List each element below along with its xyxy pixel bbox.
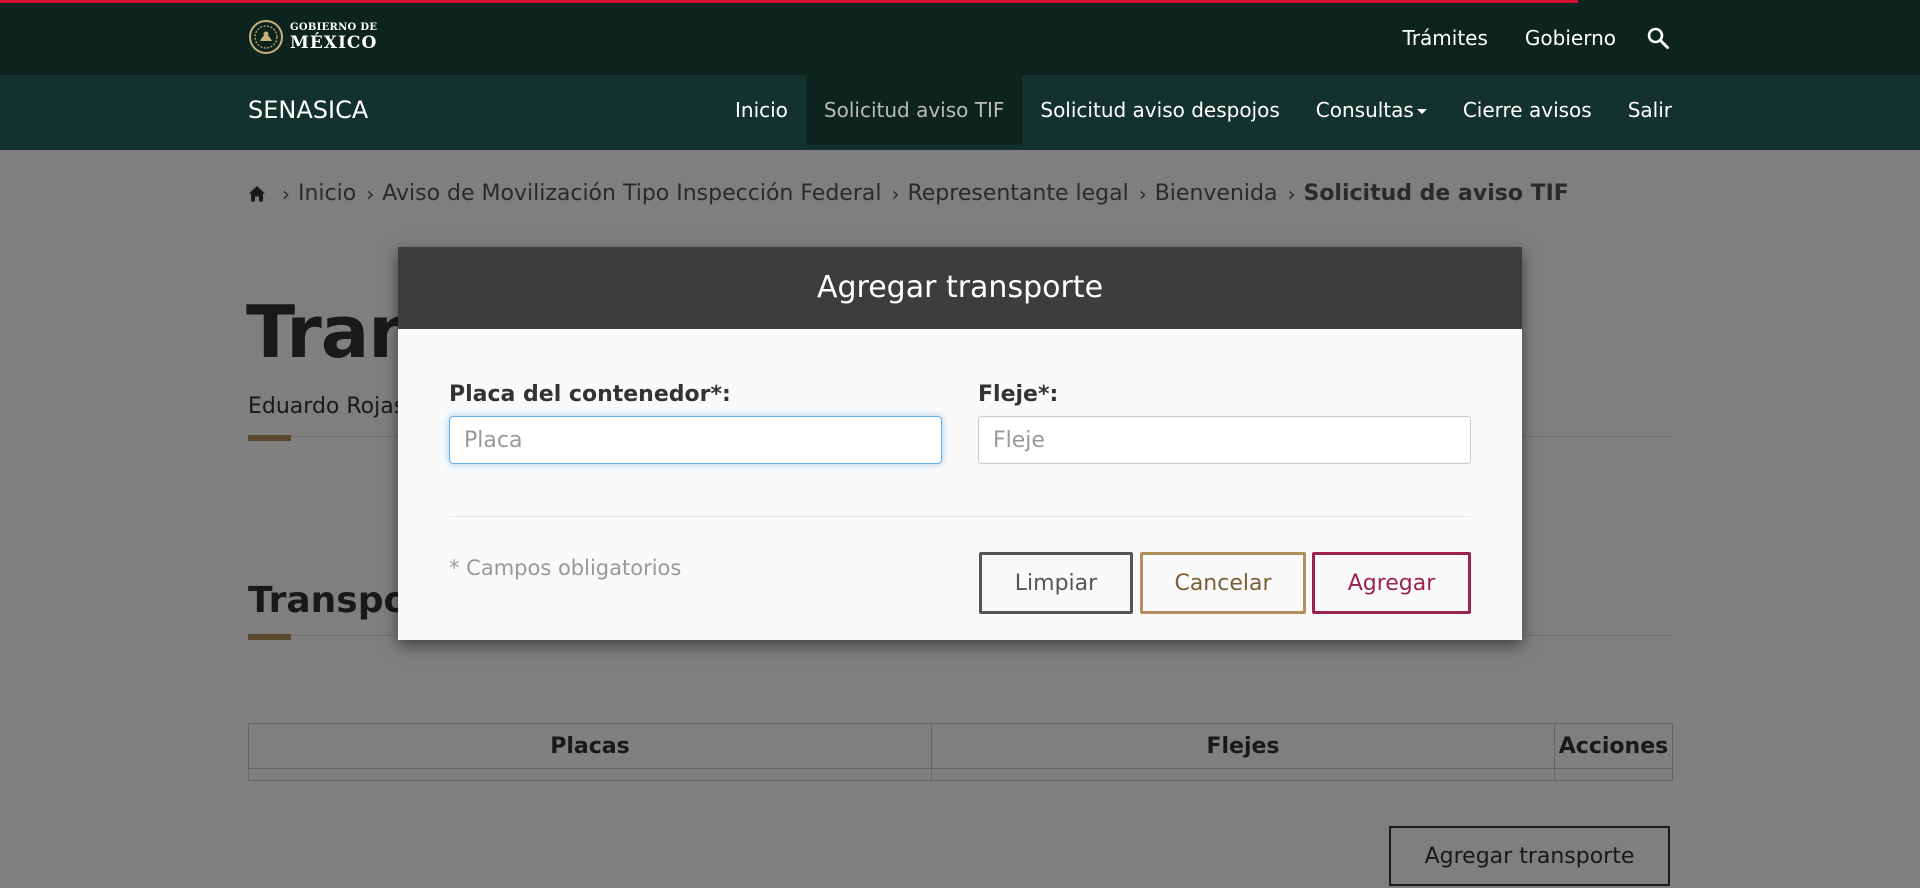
nav-inicio[interactable]: Inicio: [717, 75, 806, 145]
cancel-button[interactable]: Cancelar: [1140, 552, 1306, 614]
gobmx-top-bar: GOBIERNO DE MÉXICO Trámites Gobierno: [0, 0, 1920, 75]
top-links: Trámites Gobierno: [1366, 0, 1670, 75]
seal-field: Fleje*:: [978, 382, 1471, 464]
main-nav: Inicio Solicitud aviso TIF Solicitud avi…: [717, 75, 1672, 145]
brand-senasica[interactable]: SENASICA: [248, 75, 368, 145]
modal-title: Agregar transporte: [398, 247, 1522, 329]
search-icon[interactable]: [1646, 26, 1670, 50]
modal-divider: [449, 516, 1471, 517]
seal-label: Fleje*:: [978, 382, 1059, 407]
nav-salir[interactable]: Salir: [1610, 75, 1672, 145]
top-link-gobierno[interactable]: Gobierno: [1525, 26, 1616, 50]
add-button[interactable]: Agregar: [1312, 552, 1471, 614]
nav-consultas-dropdown[interactable]: Consultas: [1298, 75, 1445, 145]
plate-label: Placa del contenedor*:: [449, 382, 731, 407]
nav-solicitud-aviso-tif[interactable]: Solicitud aviso TIF: [805, 75, 1023, 145]
main-navbar: SENASICA Inicio Solicitud aviso TIF Soli…: [0, 75, 1920, 150]
gobierno-de-mexico-logo[interactable]: GOBIERNO DE MÉXICO: [248, 19, 377, 55]
top-link-tramites[interactable]: Trámites: [1403, 26, 1488, 50]
logo-line-1: GOBIERNO DE: [290, 21, 378, 33]
page-loading-bar: [0, 0, 1578, 3]
add-transport-modal: Agregar transporte Placa del contenedor*…: [398, 247, 1522, 640]
national-seal-icon: [249, 20, 283, 54]
plate-input[interactable]: [449, 416, 942, 464]
clear-button[interactable]: Limpiar: [979, 552, 1133, 614]
required-fields-note: * Campos obligatorios: [449, 556, 682, 580]
caret-down-icon: [1416, 108, 1427, 114]
seal-input[interactable]: [978, 416, 1471, 464]
nav-consultas-label: Consultas: [1315, 98, 1414, 122]
nav-cierre-avisos[interactable]: Cierre avisos: [1445, 75, 1610, 145]
logo-line-2: MÉXICO: [290, 32, 378, 53]
nav-solicitud-aviso-despojos[interactable]: Solicitud aviso despojos: [1022, 75, 1297, 145]
plate-field: Placa del contenedor*:: [449, 382, 942, 464]
